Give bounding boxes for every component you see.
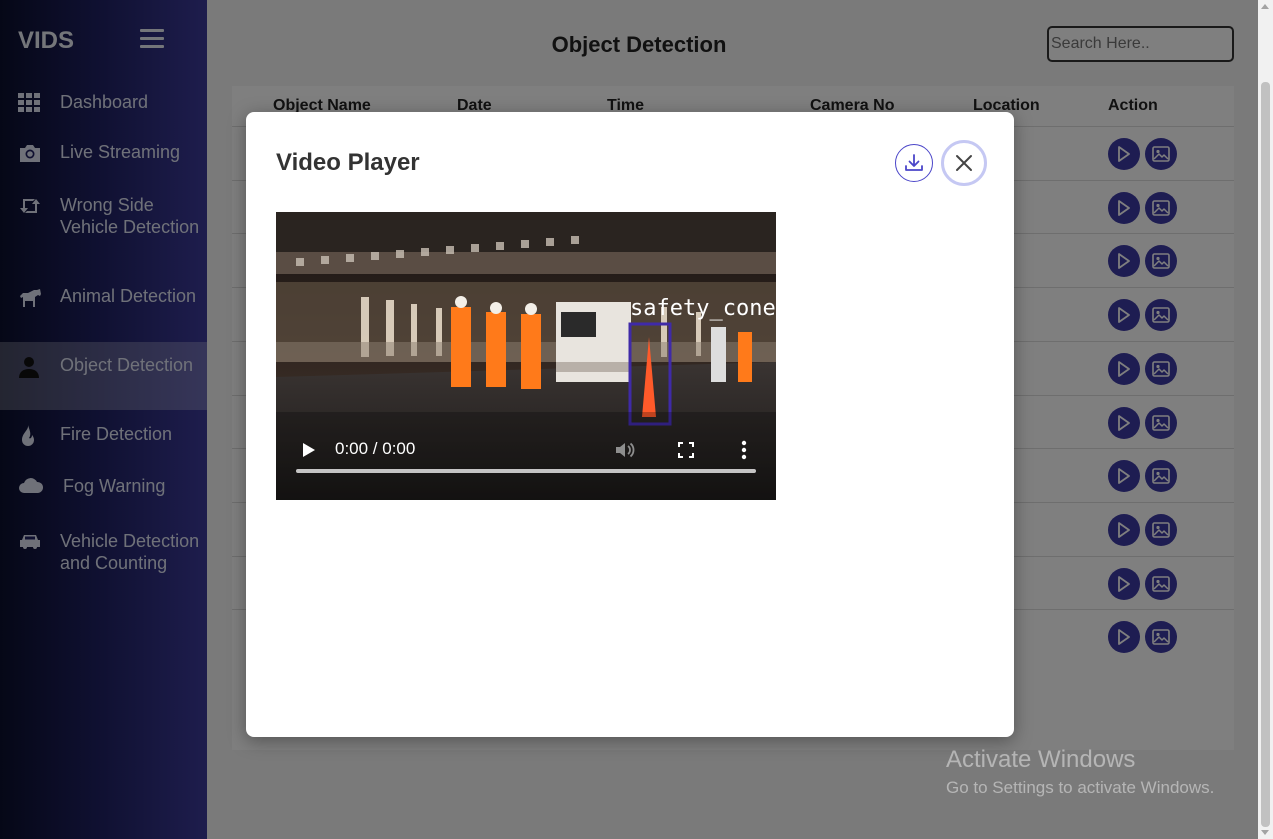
detection-label: safety_cone	[630, 296, 776, 321]
video-controls: 0:00 / 0:00	[276, 422, 776, 500]
video-progress-bar[interactable]	[296, 469, 756, 473]
video-player[interactable]: safety_cone 0:00 / 0:00	[276, 212, 776, 500]
download-icon	[905, 154, 923, 171]
close-button[interactable]	[941, 140, 987, 186]
watermark-title: Activate Windows	[946, 746, 1136, 773]
page-scrollbar[interactable]	[1258, 0, 1273, 839]
video-player-modal: Video Player safety_cone 0:00 / 0:00	[246, 112, 1014, 737]
download-button[interactable]	[895, 144, 933, 182]
volume-icon[interactable]	[614, 440, 636, 465]
watermark-subtitle: Go to Settings to activate Windows.	[946, 778, 1215, 797]
scrollbar-thumb[interactable]	[1261, 82, 1270, 827]
scroll-up-arrow-icon[interactable]	[1261, 4, 1269, 9]
video-time: 0:00 / 0:00	[335, 439, 416, 458]
scroll-down-arrow-icon[interactable]	[1261, 830, 1269, 835]
modal-title: Video Player	[276, 149, 420, 176]
fullscreen-icon[interactable]	[678, 442, 694, 463]
play-icon[interactable]	[302, 442, 316, 463]
close-icon	[956, 155, 972, 171]
more-options-icon[interactable]	[741, 440, 747, 465]
